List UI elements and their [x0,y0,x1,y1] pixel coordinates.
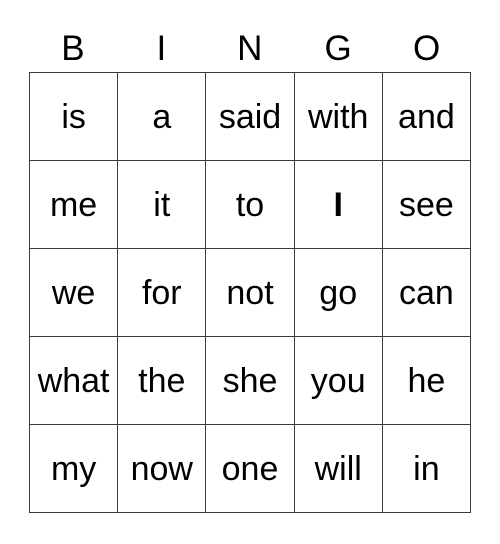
bingo-cell-label: we [51,273,96,312]
bingo-cell-label: is [61,97,86,136]
bingo-cell-label: see [399,185,454,224]
bingo-card: B I N G O is a said with and me it to I … [29,25,472,513]
bingo-row: we for not go can [30,249,472,337]
bingo-cell-label: me [49,185,98,224]
bingo-cell[interactable]: you [294,337,383,425]
bingo-cell[interactable]: we [30,249,119,337]
bingo-cell[interactable]: not [206,249,295,337]
bingo-cell[interactable]: said [206,73,295,161]
bingo-cell-label: I [333,185,343,224]
bingo-grid: is a said with and me it to I see we for… [29,72,472,513]
bingo-cell[interactable]: now [118,425,207,513]
bingo-cell[interactable]: my [30,425,119,513]
bingo-cell-label: he [407,361,446,400]
bingo-cell[interactable]: go [294,249,383,337]
bingo-cell[interactable]: and [382,73,472,161]
bingo-cell-label: will [314,449,362,488]
bingo-cell[interactable]: in [382,425,472,513]
bingo-cell[interactable]: she [206,337,295,425]
bingo-cell-label: with [307,97,369,136]
bingo-cell[interactable]: with [294,73,383,161]
bingo-cell[interactable]: to [206,161,295,249]
bingo-cell-label: can [399,273,454,312]
bingo-cell-label: for [141,273,182,312]
bingo-header-letter-o: O [412,29,441,68]
bingo-cell-label: she [222,361,278,400]
bingo-row: me it to I see [30,161,472,249]
bingo-row: what the she you he [30,337,472,425]
bingo-cell[interactable]: I [294,161,383,249]
bingo-row: my now one will in [30,425,472,513]
bingo-cell[interactable]: can [382,249,472,337]
bingo-header-row: B I N G O [29,25,471,72]
bingo-header-letter-n: N [237,29,263,68]
bingo-cell[interactable]: it [118,161,207,249]
bingo-header-letter-i: I [156,29,167,68]
bingo-cell[interactable]: one [206,425,295,513]
bingo-row: is a said with and [30,73,472,161]
bingo-cell-label: the [138,361,186,400]
bingo-cell-label: what [37,361,110,400]
bingo-cell[interactable]: see [382,161,472,249]
bingo-cell-label: a [152,97,172,136]
bingo-cell[interactable]: he [382,337,472,425]
bingo-header-letter-b: B [61,29,86,68]
bingo-cell[interactable]: the [118,337,207,425]
bingo-cell[interactable]: is [30,73,119,161]
bingo-cell-label: and [398,97,455,136]
bingo-cell-label: not [226,273,274,312]
bingo-cell[interactable]: what [30,337,119,425]
bingo-cell-label: in [413,449,440,488]
bingo-cell-label: my [50,449,97,488]
bingo-cell-label: said [218,97,282,136]
bingo-cell[interactable]: will [294,425,383,513]
bingo-cell-label: one [221,449,279,488]
bingo-cell-label: you [310,361,366,400]
bingo-cell[interactable]: a [118,73,207,161]
bingo-cell[interactable]: for [118,249,207,337]
bingo-cell-label: it [153,185,171,224]
bingo-cell-label: now [130,449,193,488]
bingo-cell-label: go [319,273,358,312]
bingo-cell[interactable]: me [30,161,119,249]
bingo-cell-label: to [235,185,265,224]
bingo-header-letter-g: G [324,29,353,68]
